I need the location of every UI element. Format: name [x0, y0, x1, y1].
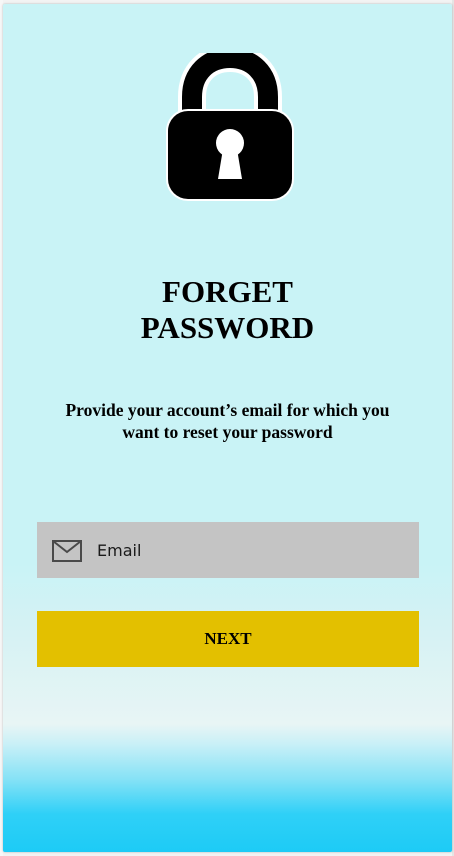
- forget-password-screen: FORGET PASSWORD Provide your account’s e…: [3, 4, 452, 852]
- page-title-line1: FORGET: [162, 274, 293, 309]
- page-title-line2: PASSWORD: [140, 310, 315, 345]
- app-window: FORGET PASSWORD Provide your account’s e…: [0, 0, 454, 856]
- email-field[interactable]: [37, 522, 419, 578]
- mail-icon: [52, 540, 82, 562]
- page-title: FORGET PASSWORD: [3, 274, 452, 346]
- email-input[interactable]: [97, 522, 407, 578]
- lock-icon: [166, 53, 294, 201]
- next-button[interactable]: NEXT: [37, 611, 419, 667]
- instructions-text: Provide your account’s email for which y…: [65, 400, 390, 442]
